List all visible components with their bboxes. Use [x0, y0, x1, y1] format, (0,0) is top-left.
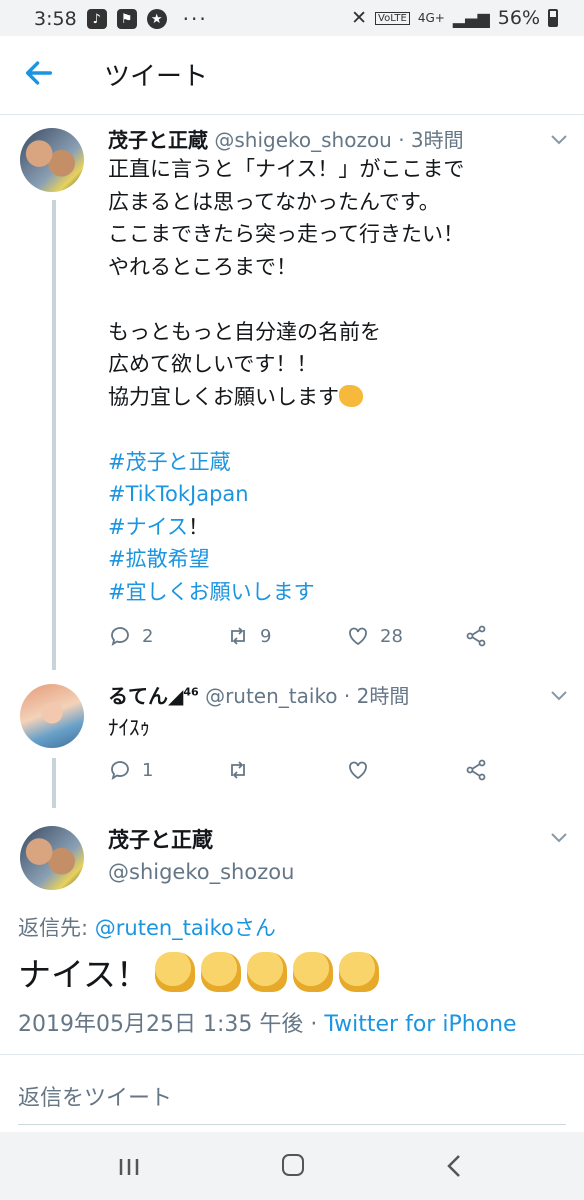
avatar[interactable] [20, 684, 84, 748]
reply-to-handle: @ruten_taiko [94, 916, 234, 940]
share-icon [466, 625, 486, 647]
retweet-button[interactable] [226, 758, 250, 782]
hashtag-suffix: ！ [187, 514, 209, 539]
tiktok-notification-icon: ♪ [86, 9, 107, 29]
retweet-icon [231, 627, 245, 645]
tweet-text: 正直に言うと「ナイス！」がここまで 広まるとは思ってなかったんです。 ここまでき… [108, 153, 568, 608]
reply-to-label: 返信先: [18, 916, 89, 940]
signal-icon: ▂▄▆ [452, 8, 490, 28]
reply-input[interactable]: 返信をツイート [18, 1080, 172, 1112]
share-button[interactable] [464, 624, 488, 648]
avatar[interactable] [20, 128, 84, 192]
hashtag-link[interactable]: #ナイス [108, 515, 188, 539]
battery-icon [548, 9, 558, 27]
tweet-author-name[interactable]: 茂子と正蔵 [108, 824, 213, 854]
chevron-down-icon[interactable] [550, 690, 568, 702]
reply-icon [111, 627, 129, 646]
chevron-down-icon[interactable] [550, 832, 568, 844]
tweet-text-line: 協力宜しくお願いします [108, 381, 568, 414]
tweet-text-line: やれるところまで！ [108, 254, 297, 279]
back-arrow-icon[interactable] [22, 56, 56, 90]
retweet-count: 9 [260, 625, 272, 647]
share-icon [466, 759, 486, 781]
battery-percent: 56% [497, 7, 540, 29]
reply-to-suffix: さん [233, 916, 276, 940]
thumbs-up-emoji-icon [155, 952, 196, 992]
tweet-author-handle[interactable]: @shigeko_shozou [214, 128, 392, 152]
tweet-text-line: 広めて欲しいです！！ [108, 352, 318, 376]
volte-label: VoLTE [375, 11, 410, 25]
chevron-down-icon[interactable] [550, 134, 568, 146]
status-time: 3:58 [34, 8, 77, 30]
divider [0, 1054, 584, 1055]
network-label: 4G+ [417, 11, 445, 25]
tweet-actions: 1 [108, 756, 568, 784]
reply-button[interactable]: 1 [108, 758, 153, 782]
hashtag-link[interactable]: #TikTokJapan [108, 478, 568, 511]
like-count: 28 [380, 625, 403, 647]
thread-line [52, 758, 56, 808]
tweet-text-line: 正直に言うと「ナイス！」がここまで [108, 157, 465, 181]
star-notification-icon: ★ [146, 9, 167, 29]
name-suffix: 46 [183, 685, 199, 699]
thumbs-up-emoji-icon [293, 952, 334, 992]
reply-input-underline [18, 1124, 566, 1125]
focused-tweet-text: ナイス！ [18, 948, 380, 996]
thumbs-up-emoji-icon [201, 952, 242, 992]
heart-icon [349, 627, 367, 646]
like-button[interactable] [346, 758, 370, 782]
tweet-author-handle[interactable]: @shigeko_shozou [108, 860, 294, 884]
hashtag-link[interactable]: #拡散希望 [108, 543, 568, 576]
page-title: ツイート [104, 62, 209, 92]
thread-line [52, 200, 56, 670]
reply-count: 2 [142, 625, 154, 647]
tweet-author-name[interactable]: 茂子と正蔵 [108, 128, 208, 152]
reply-icon [111, 761, 129, 780]
tweet-meta: 2019年05月25日 1:35 午後 · Twitter for iPhone [18, 1006, 517, 1038]
tweet-author-handle[interactable]: @ruten_taiko [205, 684, 337, 708]
heart-icon [349, 761, 367, 780]
hashtag-link[interactable]: #茂子と正蔵 [108, 446, 568, 479]
more-notifications-icon: ··· [182, 7, 208, 31]
share-button[interactable] [464, 758, 488, 782]
reply-count: 1 [142, 759, 154, 781]
home-icon[interactable] [282, 1154, 304, 1176]
thumbs-up-emoji-icon [339, 952, 380, 992]
hashtag-link[interactable]: #宜しくお願いします [108, 576, 568, 609]
retweet-icon [231, 761, 245, 779]
handshake-emoji-icon [339, 384, 363, 407]
tweet-time: · 3時間 [398, 128, 464, 152]
system-nav-bar [0, 1132, 584, 1200]
reply-to: 返信先: @ruten_taikoさん [18, 912, 276, 942]
tweet-text-line: もっともっと自分達の名前を [108, 319, 381, 344]
like-button[interactable]: 28 [346, 624, 403, 648]
app-bar: ツイート [0, 36, 584, 115]
tweet-text-line: ここまできたら突っ走って行きたい！ [108, 222, 464, 246]
tweet-time: · 2時間 [343, 684, 410, 708]
recent-apps-icon[interactable] [118, 1158, 140, 1176]
back-icon[interactable] [446, 1154, 462, 1178]
mute-icon: ✕ [351, 7, 368, 29]
tweet-text-span: 協力宜しくお願いします [108, 384, 339, 409]
tweet-source-link[interactable]: Twitter for iPhone [324, 1012, 516, 1037]
focused-tweet-text-span: ナイス！ [18, 955, 150, 994]
tweet-text: ﾅｲｽｩ [108, 716, 150, 740]
tweet-text-line: 広まるとは思ってなかったんです。 [108, 189, 440, 214]
reply-button[interactable]: 2 [108, 624, 153, 648]
signal-emoji-icon: ◢ [168, 684, 184, 708]
tweet-actions: 2 9 28 [108, 622, 568, 650]
status-bar: 3:58 ♪ ⚑ ★ ··· ✕ VoLTE 4G+ ▂▄▆ 56% [0, 0, 584, 36]
tweet-author-name[interactable]: るてん [108, 684, 168, 708]
hashtag-row: #ナイス！ [108, 511, 568, 544]
retweet-button[interactable]: 9 [226, 624, 271, 648]
avatar[interactable] [20, 826, 84, 890]
tweet-timestamp: 2019年05月25日 1:35 午後 · [18, 1012, 318, 1037]
reply-to-mention[interactable]: @ruten_taikoさん [95, 916, 276, 940]
app-notification-icon: ⚑ [116, 9, 137, 29]
thumbs-up-emoji-icon [247, 952, 288, 992]
